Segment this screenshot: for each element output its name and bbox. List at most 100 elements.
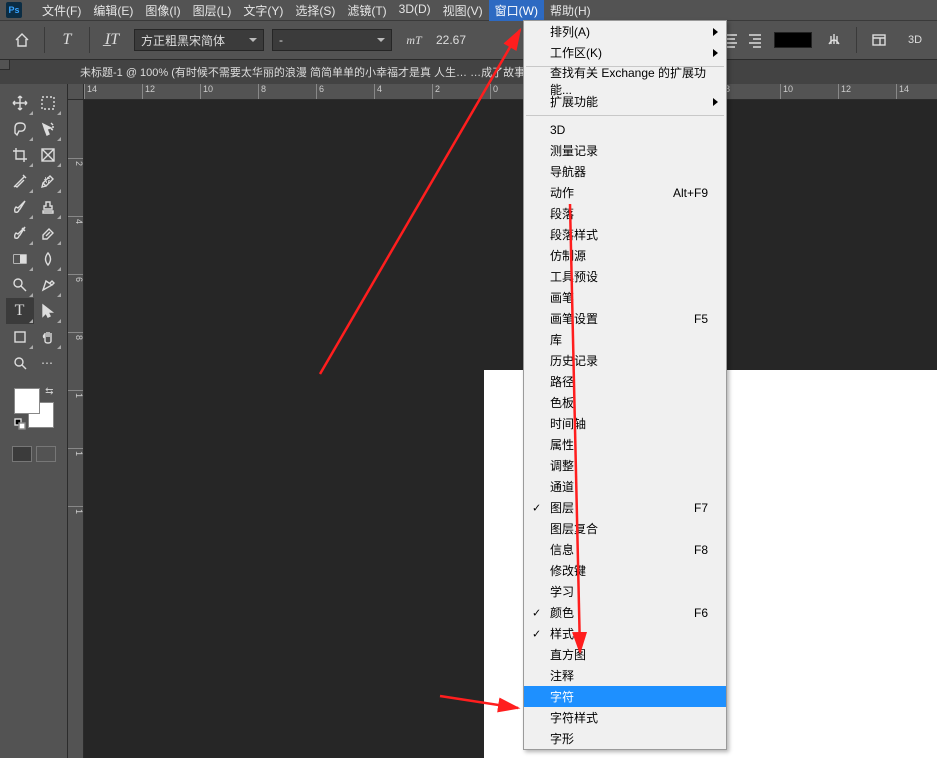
document-tab[interactable]: 未标题-1 @ 100% (有时候不需要太华丽的浪漫 简简单单的小幸福才是真 人… (80, 64, 590, 80)
menu-滤镜[interactable]: 滤镜(T) (341, 0, 392, 21)
options-bar: T I̲T 方正粗黑宋简体 - тT 22.67 3D (0, 20, 937, 60)
panels-icon[interactable] (865, 26, 893, 54)
menu-item-测量记录[interactable]: 测量记录 (524, 140, 726, 161)
blur-tool-icon[interactable] (34, 246, 62, 272)
ruler-vertical[interactable]: 2468111 (68, 100, 84, 758)
menu-item-段落样式[interactable]: 段落样式 (524, 224, 726, 245)
menu-item-信息[interactable]: 信息F8 (524, 539, 726, 560)
move-tool-icon[interactable] (6, 90, 34, 116)
menu-item-颜色[interactable]: ✓颜色F6 (524, 602, 726, 623)
canvas-area: 141210864202468101214 2468111 要太华丽的浪漫小幸福… (68, 84, 937, 758)
screen-mode-standard-icon[interactable] (12, 446, 32, 462)
menu-item-注释[interactable]: 注释 (524, 665, 726, 686)
font-size-input[interactable]: 22.67 (436, 33, 472, 47)
menubar: Ps 文件(F)编辑(E)图像(I)图层(L)文字(Y)选择(S)滤镜(T)3D… (0, 0, 937, 20)
menu-item-时间轴[interactable]: 时间轴 (524, 413, 726, 434)
menu-帮助[interactable]: 帮助(H) (544, 0, 597, 21)
menu-图层[interactable]: 图层(L) (187, 0, 238, 21)
canvas-stage[interactable]: 要太华丽的浪漫小幸福才是真张白纸流逝故事 (84, 100, 937, 758)
menu-item-查找有关Exchange的扩展功能[interactable]: 查找有关 Exchange 的扩展功能... (524, 70, 726, 91)
warp-text-icon[interactable] (820, 26, 848, 54)
document-tab-bar: 未标题-1 @ 100% (有时候不需要太华丽的浪漫 简简单单的小幸福才是真 人… (0, 60, 937, 84)
menu-item-导航器[interactable]: 导航器 (524, 161, 726, 182)
menu-item-字符[interactable]: 字符 (524, 686, 726, 707)
menu-item-库[interactable]: 库 (524, 329, 726, 350)
menu-视图[interactable]: 视图(V) (437, 0, 489, 21)
window-menu-dropdown: 排列(A)工作区(K) 查找有关 Exchange 的扩展功能...扩展功能 3D测… (523, 20, 727, 750)
crop-tool-icon[interactable] (6, 142, 34, 168)
align-right-icon[interactable] (744, 30, 766, 50)
toolbox: T ⋯ ⇆ (0, 84, 68, 758)
text-orientation-icon[interactable]: I̲T (98, 26, 126, 54)
pen-tool-icon[interactable] (34, 272, 62, 298)
menu-item-动作[interactable]: 动作Alt+F9 (524, 182, 726, 203)
menu-item-直方图[interactable]: 直方图 (524, 644, 726, 665)
menu-item-修改键[interactable]: 修改键 (524, 560, 726, 581)
font-style-select[interactable]: - (272, 29, 392, 51)
ruler-origin[interactable] (68, 84, 84, 100)
type-tool-icon[interactable]: T (6, 298, 34, 324)
menu-图像[interactable]: 图像(I) (139, 0, 186, 21)
app-logo: Ps (6, 2, 22, 18)
eraser-tool-icon[interactable] (34, 220, 62, 246)
menu-item-排列A[interactable]: 排列(A) (524, 21, 726, 42)
menu-item-历史记录[interactable]: 历史记录 (524, 350, 726, 371)
menu-item-工作区K[interactable]: 工作区(K) (524, 42, 726, 63)
font-family-select[interactable]: 方正粗黑宋简体 (134, 29, 264, 51)
menu-窗口[interactable]: 窗口(W) (489, 0, 544, 21)
text-color-swatch[interactable] (774, 32, 812, 48)
eyedropper-tool-icon[interactable] (6, 168, 34, 194)
menu-item-段落[interactable]: 段落 (524, 203, 726, 224)
home-icon[interactable] (8, 26, 36, 54)
menu-item-属性[interactable]: 属性 (524, 434, 726, 455)
menu-item-图层[interactable]: ✓图层F7 (524, 497, 726, 518)
menu-item-扩展功能[interactable]: 扩展功能 (524, 91, 726, 112)
menu-item-学习[interactable]: 学习 (524, 581, 726, 602)
default-colors-icon[interactable] (14, 418, 26, 430)
type-tool-icon: T (53, 26, 81, 54)
menu-item-画笔设置[interactable]: 画笔设置F5 (524, 308, 726, 329)
ruler-horizontal[interactable]: 141210864202468101214 (84, 84, 937, 100)
3d-icon[interactable]: 3D (901, 26, 929, 54)
document-title: 未标题-1 @ 100% (有时候不需要太华丽的浪漫 简简单单的小幸福才是真 人… (80, 64, 575, 80)
lasso-tool-icon[interactable] (6, 116, 34, 142)
menu-item-图层复合[interactable]: 图层复合 (524, 518, 726, 539)
stamp-tool-icon[interactable] (34, 194, 62, 220)
menu-item-画笔[interactable]: 画笔 (524, 287, 726, 308)
brush-tool-icon[interactable] (6, 194, 34, 220)
menu-item-通道[interactable]: 通道 (524, 476, 726, 497)
menu-item-色板[interactable]: 色板 (524, 392, 726, 413)
color-swatches[interactable]: ⇆ (12, 386, 56, 430)
menu-item-样式[interactable]: ✓样式 (524, 623, 726, 644)
edit-toolbar-icon[interactable]: ⋯ (34, 350, 62, 376)
menu-编辑[interactable]: 编辑(E) (87, 0, 139, 21)
gradient-tool-icon[interactable] (6, 246, 34, 272)
quick-mask-icon[interactable] (36, 446, 56, 462)
menu-item-仿制源[interactable]: 仿制源 (524, 245, 726, 266)
menu-item-路径[interactable]: 路径 (524, 371, 726, 392)
main-area: T ⋯ ⇆ 141210864202468101214 2468111 要太华丽… (0, 84, 937, 758)
menu-选择[interactable]: 选择(S) (289, 0, 341, 21)
menu-item-字形[interactable]: 字形 (524, 728, 726, 749)
font-size-icon: тT (400, 26, 428, 54)
heal-tool-icon[interactable] (34, 168, 62, 194)
frame-tool-icon[interactable] (34, 142, 62, 168)
options-collapse-tab[interactable] (0, 60, 10, 70)
path-select-tool-icon[interactable] (34, 298, 62, 324)
hand-tool-icon[interactable] (34, 324, 62, 350)
zoom-tool-icon[interactable] (6, 350, 34, 376)
menu-item-调整[interactable]: 调整 (524, 455, 726, 476)
foreground-color[interactable] (14, 388, 40, 414)
menu-3d[interactable]: 3D(D) (393, 0, 437, 21)
swap-colors-icon[interactable]: ⇆ (45, 386, 53, 397)
menu-文字[interactable]: 文字(Y) (237, 0, 289, 21)
marquee-tool-icon[interactable] (34, 90, 62, 116)
shape-tool-icon[interactable] (6, 324, 34, 350)
history-brush-tool-icon[interactable] (6, 220, 34, 246)
menu-文件[interactable]: 文件(F) (36, 0, 87, 21)
quick-select-tool-icon[interactable] (34, 116, 62, 142)
menu-item-3D[interactable]: 3D (524, 119, 726, 140)
menu-item-字符样式[interactable]: 字符样式 (524, 707, 726, 728)
dodge-tool-icon[interactable] (6, 272, 34, 298)
menu-item-工具预设[interactable]: 工具预设 (524, 266, 726, 287)
